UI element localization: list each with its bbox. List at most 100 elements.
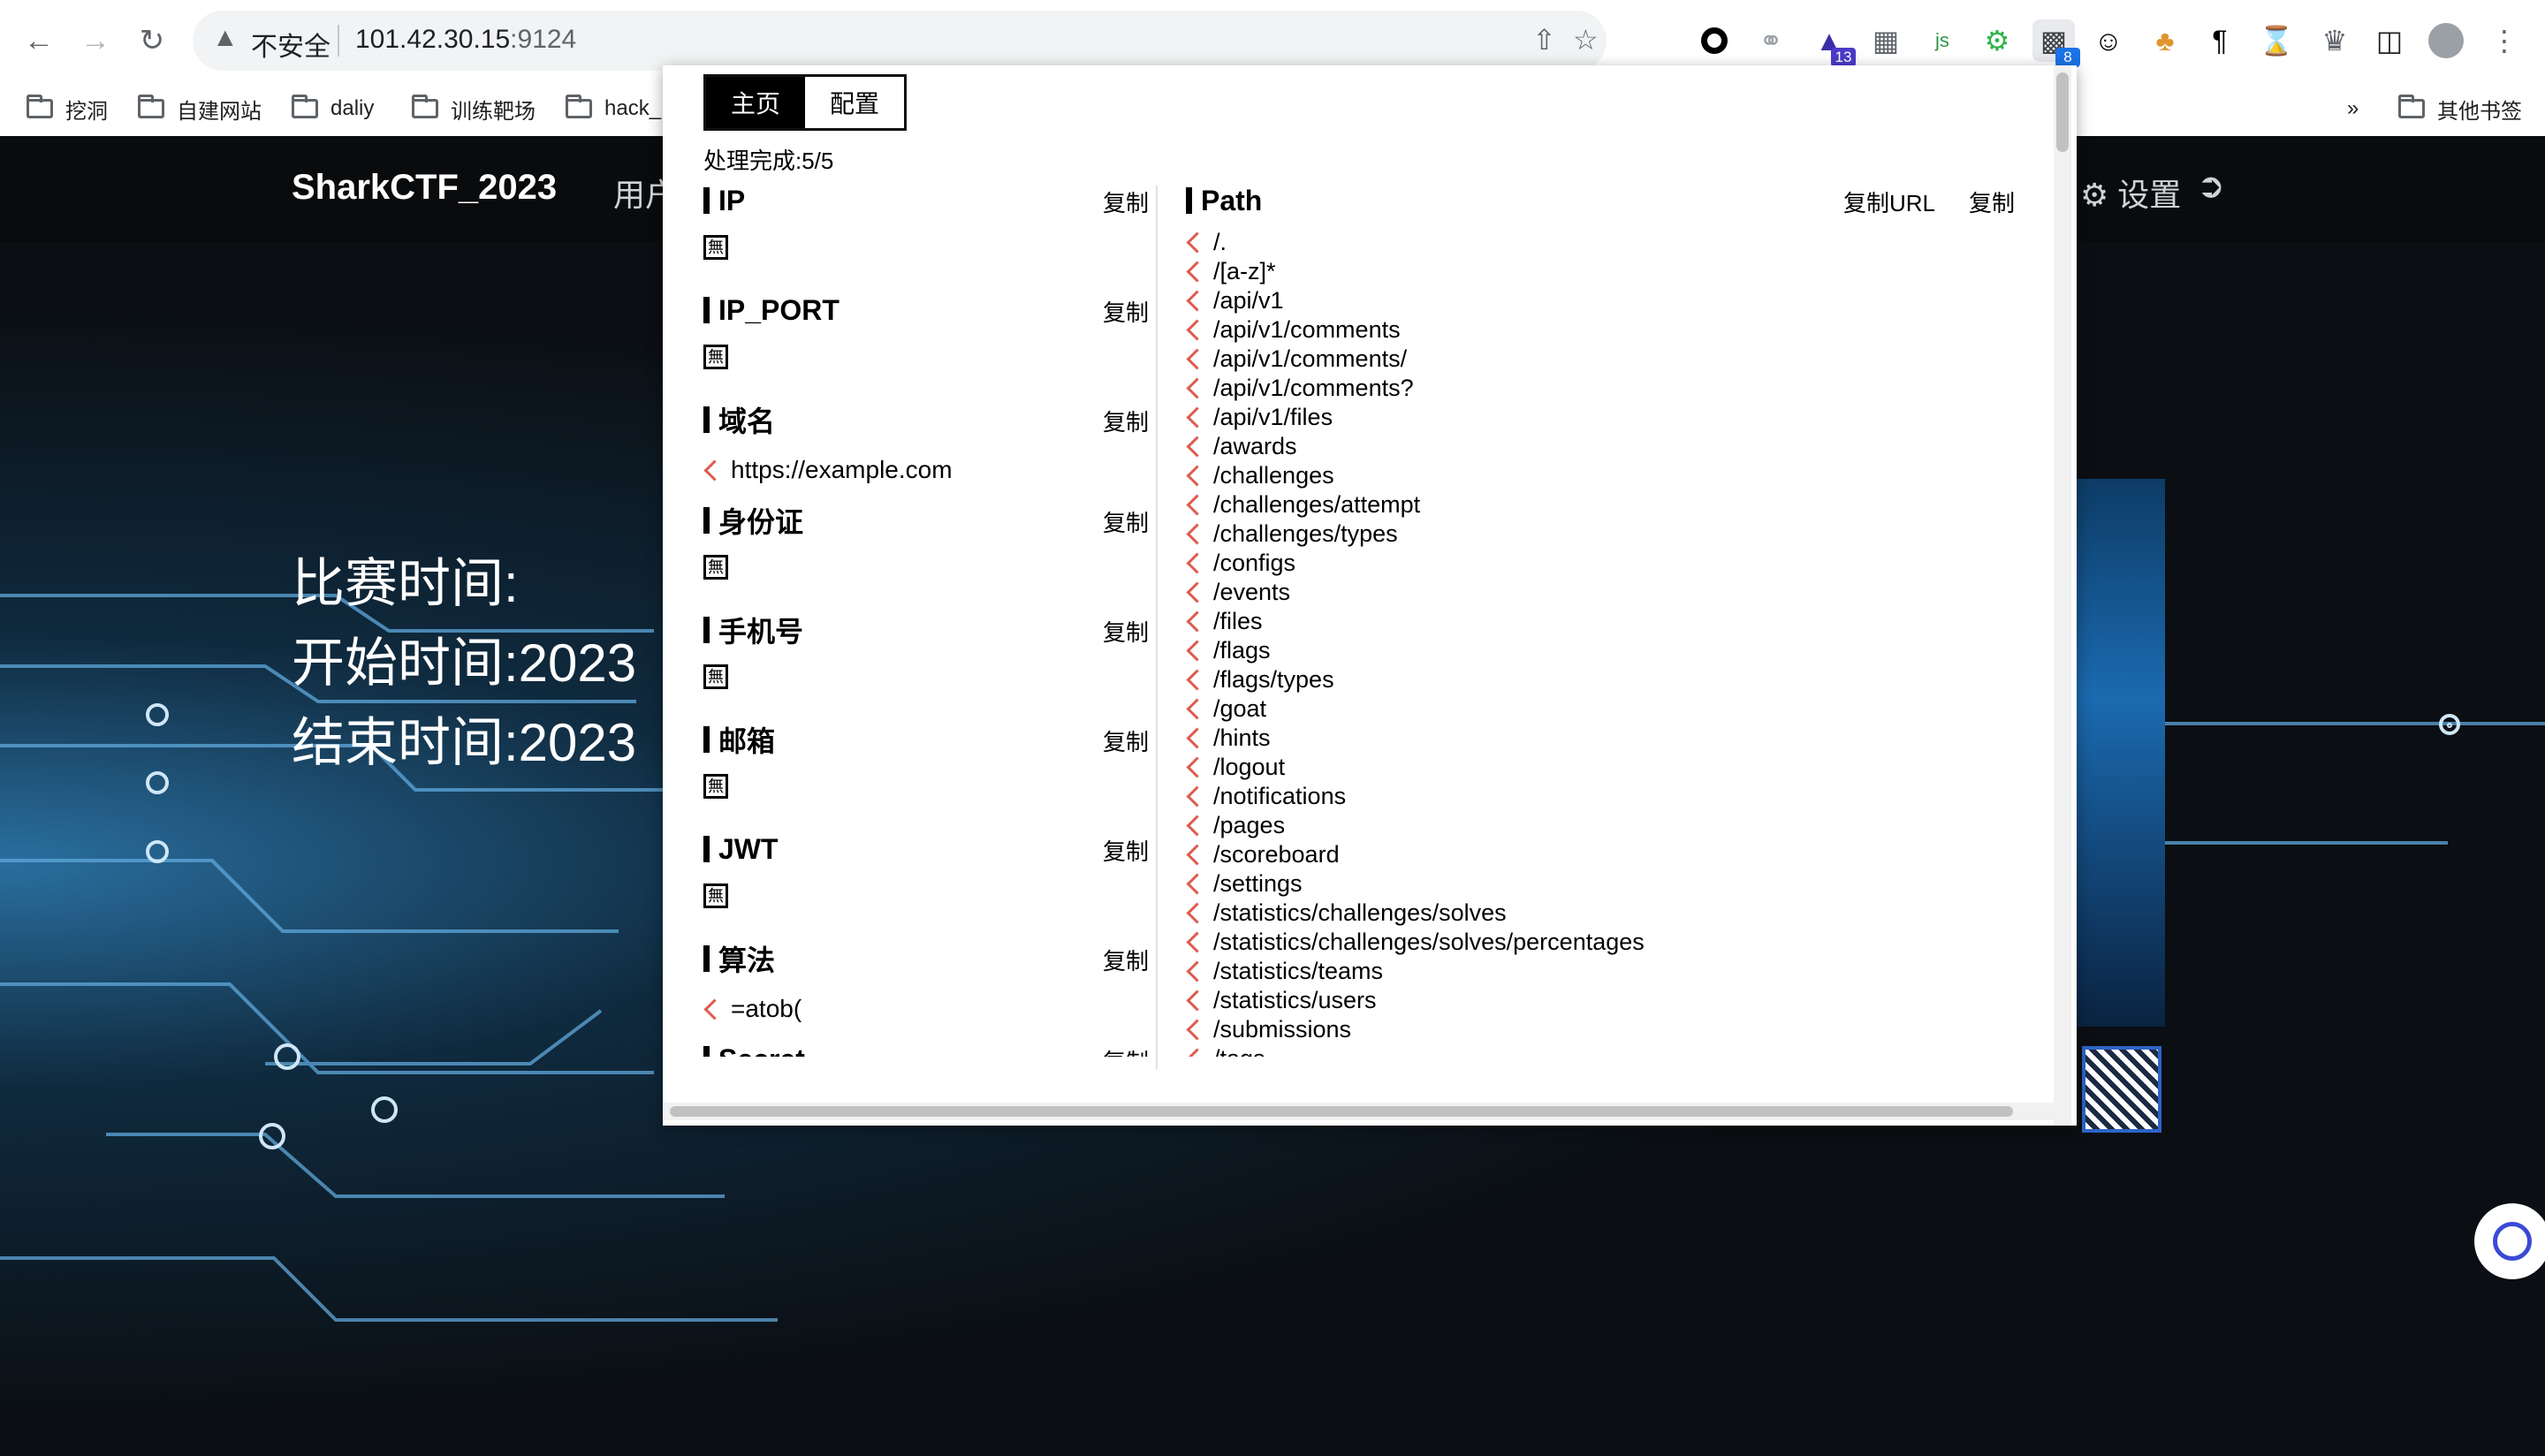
nav-settings-link[interactable]: ⚙ 设置 xyxy=(2080,170,2181,216)
side-panel-icon[interactable]: ◫ xyxy=(2368,19,2411,62)
forward-button[interactable]: → xyxy=(72,18,118,64)
extension-fox-icon[interactable]: ♣ xyxy=(2144,19,2186,62)
url-text[interactable]: 101.42.30.15:9124 xyxy=(355,25,576,55)
scroll-thumb[interactable] xyxy=(2056,72,2069,152)
other-bookmarks[interactable]: 其他书签 xyxy=(2398,88,2522,129)
path-item[interactable]: /tags xyxy=(1186,1044,2034,1057)
section-value[interactable]: =atob( xyxy=(703,986,1163,1032)
browser-menu-icon[interactable]: ⋮ xyxy=(2483,19,2526,62)
bookmark-folder[interactable]: 训练靶场 xyxy=(412,88,536,129)
path-item[interactable]: /challenges/types xyxy=(1186,519,2034,549)
bookmark-folder[interactable]: daliy xyxy=(292,88,374,129)
copy-button[interactable]: 复制 xyxy=(1103,615,1149,648)
path-item[interactable]: /challenges xyxy=(1186,461,2034,490)
path-item[interactable]: /statistics/challenges/solves xyxy=(1186,899,2034,928)
result-section: IP 复制無 xyxy=(703,173,1163,283)
path-item[interactable]: /api/v1/comments? xyxy=(1186,374,2034,403)
bookmark-folder[interactable]: hack_ xyxy=(566,88,661,129)
copy-button[interactable]: 复制 xyxy=(1103,724,1149,757)
chevron-left-icon xyxy=(1186,669,1208,691)
path-item[interactable]: /[a-z]* xyxy=(1186,257,2034,286)
path-item[interactable]: /events xyxy=(1186,578,2034,607)
path-item[interactable]: /flags/types xyxy=(1186,665,2034,694)
extension-link-icon[interactable]: ⚭ xyxy=(1750,19,1792,62)
path-section-header: Path 复制URL 复制 xyxy=(1186,173,2034,228)
path-item[interactable]: /pages xyxy=(1186,811,2034,840)
path-item[interactable]: /. xyxy=(1186,228,2034,257)
path-item[interactable]: /api/v1/comments xyxy=(1186,315,2034,345)
section-header: Secret 复制 xyxy=(703,1032,1163,1057)
bookmark-star-icon[interactable]: ☆ xyxy=(1573,23,1599,57)
extension-mascot-icon[interactable]: ☺ xyxy=(2087,19,2130,62)
copy-button[interactable]: 复制 xyxy=(1103,186,1149,218)
extensions-puzzle-icon[interactable]: ♛ xyxy=(2313,19,2356,62)
path-item[interactable]: /goat xyxy=(1186,694,2034,724)
warning-icon[interactable]: ▲ xyxy=(212,23,239,53)
tab-home[interactable]: 主页 xyxy=(706,77,805,128)
section-header: 邮箱 复制 xyxy=(703,712,1163,767)
site-brand[interactable]: SharkCTF_2023 xyxy=(292,168,557,208)
path-item[interactable]: /scoreboard xyxy=(1186,840,2034,869)
copy-button[interactable]: 复制 xyxy=(1103,295,1149,328)
path-item[interactable]: /api/v1/files xyxy=(1186,403,2034,432)
copy-url-button[interactable]: 复制URL xyxy=(1843,186,1935,218)
chevron-left-icon xyxy=(1186,465,1208,487)
extension-findsomething-icon[interactable]: ▩ 8 xyxy=(2032,19,2080,67)
path-item[interactable]: /challenges/attempt xyxy=(1186,490,2034,519)
extension-hourglass-icon[interactable]: ⌛ xyxy=(2255,19,2298,62)
copy-button[interactable]: 复制 xyxy=(1103,834,1149,867)
column-divider xyxy=(1156,186,1158,1069)
path-item[interactable]: /awards xyxy=(1186,432,2034,461)
path-item[interactable]: /hints xyxy=(1186,724,2034,753)
floating-assistant-button[interactable] xyxy=(2474,1203,2545,1279)
extension-pilcrow-icon[interactable]: ¶ xyxy=(2199,19,2241,62)
security-label[interactable]: 不安全 xyxy=(251,25,330,64)
bookmark-folder[interactable]: 自建网站 xyxy=(138,88,262,129)
bookmarks-overflow-button[interactable]: » xyxy=(2347,88,2359,129)
path-item[interactable]: /files xyxy=(1186,607,2034,636)
path-item[interactable]: /api/v1/comments/ xyxy=(1186,345,2034,374)
horizontal-scrollbar[interactable] xyxy=(663,1103,2054,1120)
bookmark-label: daliy xyxy=(330,96,375,120)
copy-button[interactable]: 复制 xyxy=(1103,405,1149,437)
path-item[interactable]: /submissions xyxy=(1186,1015,2034,1044)
scroll-thumb[interactable] xyxy=(670,1106,2013,1117)
extension-reader-icon[interactable]: ▦ xyxy=(1865,19,1907,62)
vertical-scrollbar[interactable] xyxy=(2054,65,2071,1126)
path-item[interactable]: /statistics/challenges/solves/percentage… xyxy=(1186,928,2034,957)
path-item[interactable]: /flags xyxy=(1186,636,2034,665)
path-item[interactable]: /statistics/teams xyxy=(1186,957,2034,986)
bookmark-folder[interactable]: 挖洞 xyxy=(27,88,108,129)
path-title: Path xyxy=(1201,184,1263,216)
path-item[interactable]: /notifications xyxy=(1186,782,2034,811)
share-icon[interactable]: ⇧ xyxy=(1532,23,1556,57)
copy-path-button[interactable]: 复制 xyxy=(1969,186,2015,218)
address-bar[interactable]: ▲ 不安全 101.42.30.15:9124 ⇧ ☆ xyxy=(193,11,1607,71)
copy-button[interactable]: 复制 xyxy=(1103,505,1149,538)
path-item[interactable]: /settings xyxy=(1186,869,2034,899)
chevron-left-icon xyxy=(1186,960,1208,982)
section-value[interactable]: https://example.com xyxy=(703,447,1163,493)
copy-button[interactable]: 复制 xyxy=(1103,1044,1149,1057)
chevron-left-icon xyxy=(703,459,726,482)
robot-icon xyxy=(2493,1222,2532,1261)
section-title: 邮箱 xyxy=(718,725,776,757)
extension-js-icon[interactable]: js xyxy=(1921,19,1964,62)
back-button[interactable]: ← xyxy=(16,18,62,64)
path-item[interactable]: /api/v1 xyxy=(1186,286,2034,315)
tab-config[interactable]: 配置 xyxy=(805,77,904,128)
copy-button[interactable]: 复制 xyxy=(1103,944,1149,976)
extension-key-icon[interactable]: ⚙ xyxy=(1976,19,2018,62)
profile-avatar[interactable] xyxy=(2425,19,2467,62)
reload-button[interactable]: ↻ xyxy=(129,18,175,64)
path-text: /challenges/types xyxy=(1213,520,1398,547)
path-item[interactable]: /logout xyxy=(1186,753,2034,782)
path-item[interactable]: /configs xyxy=(1186,549,2034,578)
extension-circle-icon[interactable] xyxy=(1693,19,1736,62)
extension-hat-icon[interactable]: ▲ 13 xyxy=(1808,19,1856,67)
path-item[interactable]: /statistics/users xyxy=(1186,986,2034,1015)
chevron-left-icon xyxy=(1186,581,1208,603)
logout-icon[interactable]: ➲ xyxy=(2197,166,2225,206)
path-list: /. /[a-z]* /api/v1/api/v1/comments/api/v1/… xyxy=(1186,228,2034,1057)
section-header: 身份证 复制 xyxy=(703,493,1163,548)
